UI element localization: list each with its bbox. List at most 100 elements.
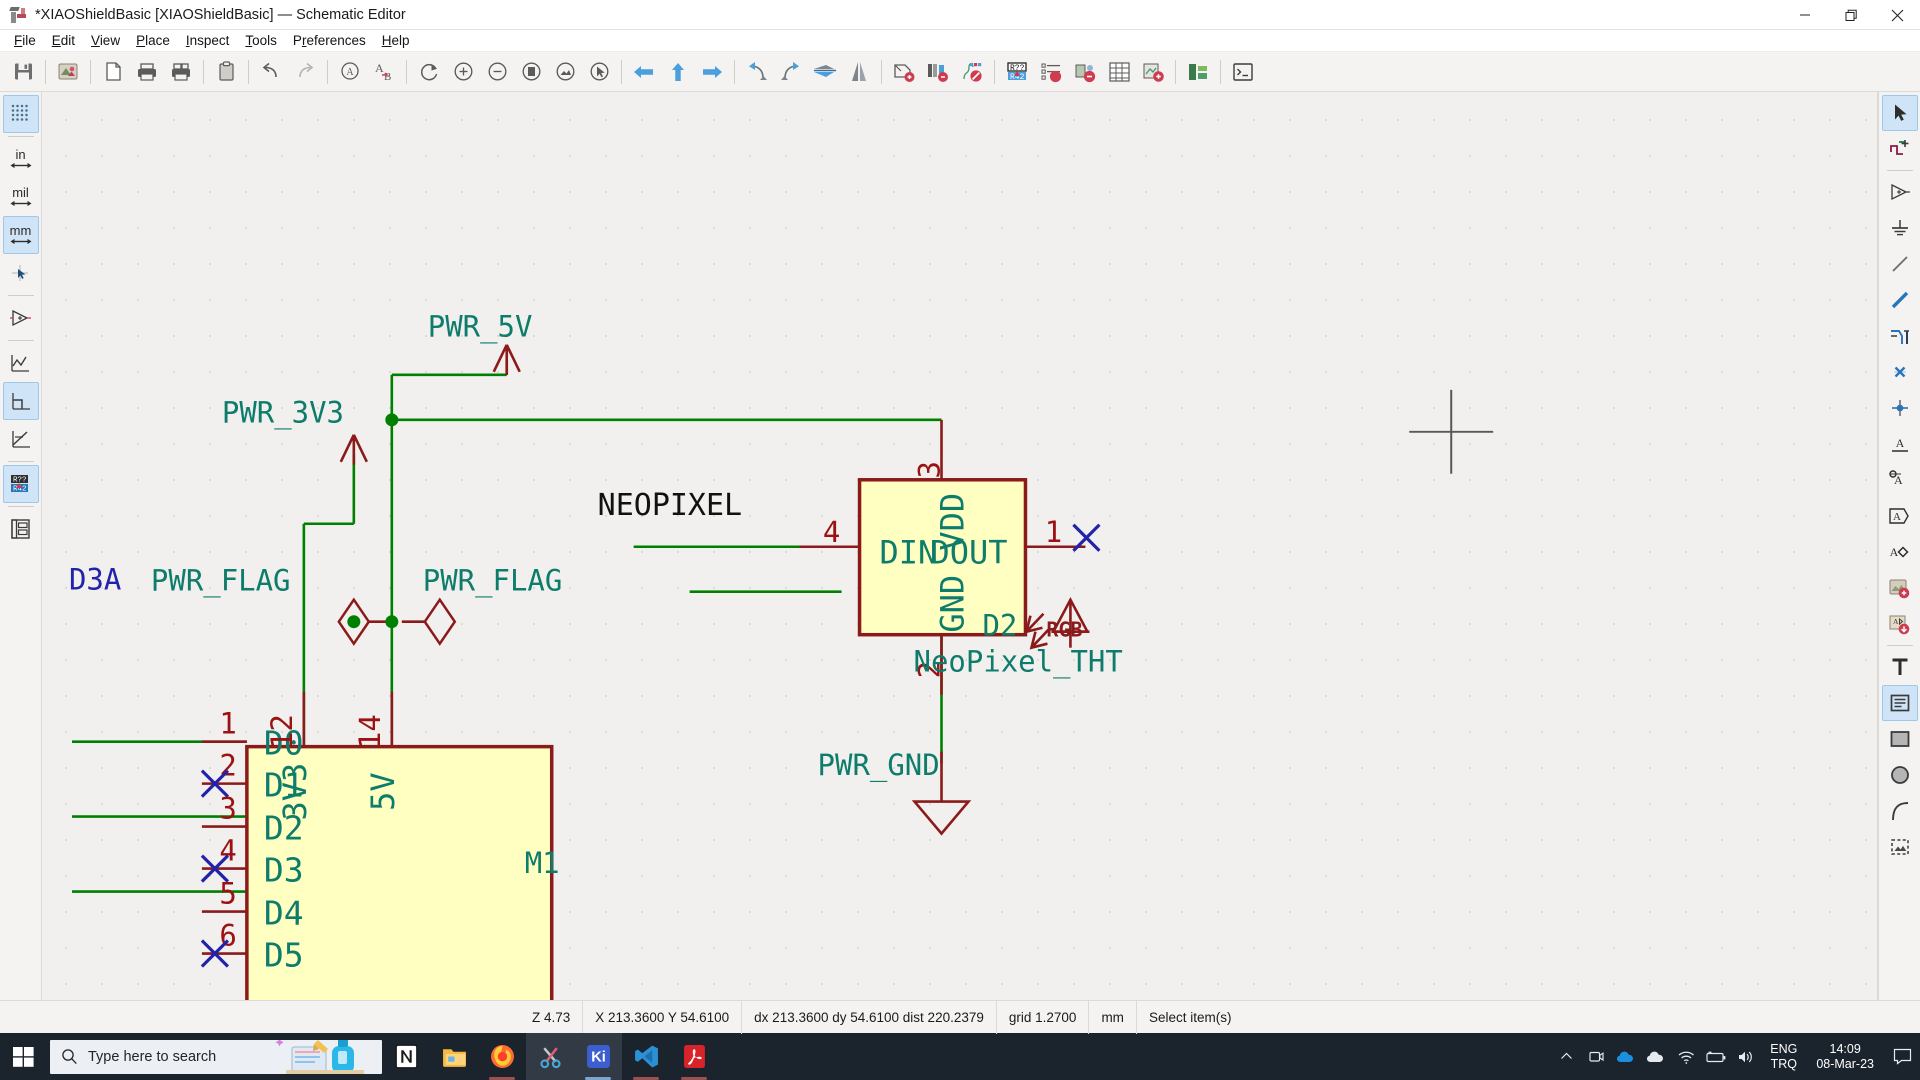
draw-circle-icon[interactable] (1882, 757, 1918, 793)
draw-bus-icon[interactable] (1882, 282, 1918, 318)
power-symbol-pwr-gnd[interactable] (911, 800, 972, 836)
menu-edit[interactable]: Edit (44, 32, 83, 49)
print-icon[interactable] (130, 55, 164, 89)
mirror-vertical-icon[interactable] (842, 55, 876, 89)
hv-lines-icon[interactable] (2, 382, 39, 420)
navigate-back-icon[interactable] (627, 55, 661, 89)
acrobat-reader-taskbar-icon[interactable] (670, 1033, 718, 1080)
paste-icon[interactable] (209, 55, 243, 89)
rotate-cw-icon[interactable] (774, 55, 808, 89)
edit-symbol-fields-icon[interactable] (887, 55, 921, 89)
zoom-in-icon[interactable] (446, 55, 480, 89)
draw-wire-to-bus-entry-icon[interactable] (1882, 318, 1918, 354)
label-neopixel-net[interactable]: NEOPIXEL (598, 488, 742, 523)
place-junction-icon[interactable] (1882, 390, 1918, 426)
symbol-library-editor-icon[interactable] (921, 55, 955, 89)
place-hierarchical-label-icon[interactable]: A (1882, 498, 1918, 534)
status-grid[interactable]: grid 1.2700 (997, 1000, 1090, 1034)
draw-arc-icon[interactable] (1882, 793, 1918, 829)
clock[interactable]: 14:09 08-Mar-23 (1806, 1042, 1884, 1072)
vscode-taskbar-icon[interactable] (622, 1033, 670, 1080)
toggle-cursor-icon[interactable] (3, 254, 39, 292)
place-sheet-pin-icon[interactable]: A (1882, 534, 1918, 570)
label-partial-03a[interactable]: D3A (69, 562, 121, 596)
firefox-taskbar-icon[interactable] (478, 1033, 526, 1080)
navigate-up-icon[interactable] (661, 55, 695, 89)
label-pwr-flag-right[interactable]: PWR_FLAG (423, 563, 563, 598)
zoom-fit-objects-icon[interactable] (548, 55, 582, 89)
notion-taskbar-icon[interactable] (382, 1033, 430, 1080)
select-tool-icon[interactable] (1881, 95, 1918, 131)
find-icon[interactable]: A (333, 55, 367, 89)
label-d2-value[interactable]: NeoPixel_THT (914, 644, 1123, 679)
place-net-label-icon[interactable]: A (1882, 426, 1918, 462)
label-d2-reference[interactable]: D2 (982, 608, 1017, 642)
windows-start-icon[interactable] (0, 1033, 48, 1080)
place-global-label-icon[interactable]: A (1882, 462, 1918, 498)
power-symbol-pwr-3v3[interactable] (339, 434, 368, 465)
wifi-tray-icon[interactable] (1671, 1033, 1701, 1080)
save-icon[interactable] (6, 55, 40, 89)
label-m1-reference[interactable]: M1 (525, 846, 560, 880)
toggle-grid-icon[interactable] (2, 95, 39, 133)
menu-preferences[interactable]: Preferences (285, 32, 374, 49)
junction-dot[interactable] (385, 413, 399, 427)
close-button[interactable] (1874, 0, 1920, 30)
open-pcb-editor-icon[interactable] (1136, 55, 1170, 89)
label-pwr-flag-left[interactable]: PWR_FLAG (151, 563, 291, 598)
draw-rectangle-icon[interactable] (1882, 721, 1918, 757)
page-settings-icon[interactable] (96, 55, 130, 89)
junction-dot[interactable] (347, 615, 361, 629)
minimize-button[interactable] (1782, 0, 1828, 30)
maximize-button[interactable] (1828, 0, 1874, 30)
pwr-flag-right-symbol[interactable] (423, 597, 457, 646)
language-indicator[interactable]: ENG TRQ (1761, 1042, 1806, 1072)
status-units[interactable]: mm (1089, 1000, 1137, 1034)
menu-file[interactable]: File (6, 32, 44, 49)
show-hidden-icons-chevron-icon[interactable] (1551, 1033, 1581, 1080)
redo-icon[interactable] (288, 55, 322, 89)
label-pwr-5v[interactable]: PWR_5V (428, 309, 533, 344)
free-angle-lines-icon[interactable] (3, 344, 39, 382)
footprint-assign-icon[interactable] (1068, 55, 1102, 89)
units-millimeters-icon[interactable]: mm (2, 216, 39, 254)
units-mils-icon[interactable]: mil (3, 178, 39, 216)
units-inches-icon[interactable]: in (3, 140, 39, 178)
erc-icon[interactable] (955, 55, 989, 89)
navigate-forward-icon[interactable] (695, 55, 729, 89)
label-pwr-gnd[interactable]: PWR_GND (818, 748, 940, 783)
mirror-horizontal-icon[interactable] (808, 55, 842, 89)
search-input[interactable]: Type here to search (50, 1039, 382, 1074)
battery-tray-icon[interactable] (1701, 1033, 1731, 1080)
place-power-symbol-icon[interactable] (1882, 210, 1918, 246)
zoom-selection-icon[interactable] (582, 55, 616, 89)
schematic-canvas[interactable]: DIN DOUT VDD GND RGB 3 2 4 1 D0 1 D1 2 D2 3 D3 4 D4 5 D5 6 3V… (42, 92, 1878, 1000)
menu-place[interactable]: Place (128, 32, 178, 49)
bom-icon[interactable] (1034, 55, 1068, 89)
hierarchy-navigator-icon[interactable] (3, 510, 39, 548)
plot-icon[interactable] (164, 55, 198, 89)
place-no-connect-icon[interactable] (1882, 354, 1918, 390)
place-image-icon[interactable] (1882, 829, 1918, 865)
junction-dot[interactable] (385, 615, 399, 629)
netlist-icon[interactable] (1102, 55, 1136, 89)
onedrive-white-tray-icon[interactable] (1641, 1033, 1671, 1080)
menu-help[interactable]: Help (374, 32, 418, 49)
zoom-fit-page-icon[interactable] (514, 55, 548, 89)
scripting-console-icon[interactable] (1226, 55, 1260, 89)
snipping-tool-taskbar-icon[interactable] (526, 1033, 574, 1080)
zoom-out-icon[interactable] (480, 55, 514, 89)
draw-wire-icon[interactable] (1882, 246, 1918, 282)
place-text-box-icon[interactable] (1881, 685, 1918, 721)
menu-tools[interactable]: Tools (237, 32, 285, 49)
refresh-icon[interactable] (412, 55, 446, 89)
hidden-pins-icon[interactable] (3, 299, 39, 337)
undo-icon[interactable] (254, 55, 288, 89)
notification-center-icon[interactable] (1884, 1033, 1920, 1080)
any-angle-lines-icon[interactable] (3, 420, 39, 458)
onedrive-blue-tray-icon[interactable] (1611, 1033, 1641, 1080)
menu-inspect[interactable]: Inspect (178, 32, 238, 49)
schematic-drawing[interactable]: DINDOUTVDDGND RGB324 1D01D12D23D34D45D563V… (42, 92, 1877, 1000)
rotate-ccw-icon[interactable] (740, 55, 774, 89)
place-hierarchical-sheet-icon[interactable] (1882, 570, 1918, 606)
